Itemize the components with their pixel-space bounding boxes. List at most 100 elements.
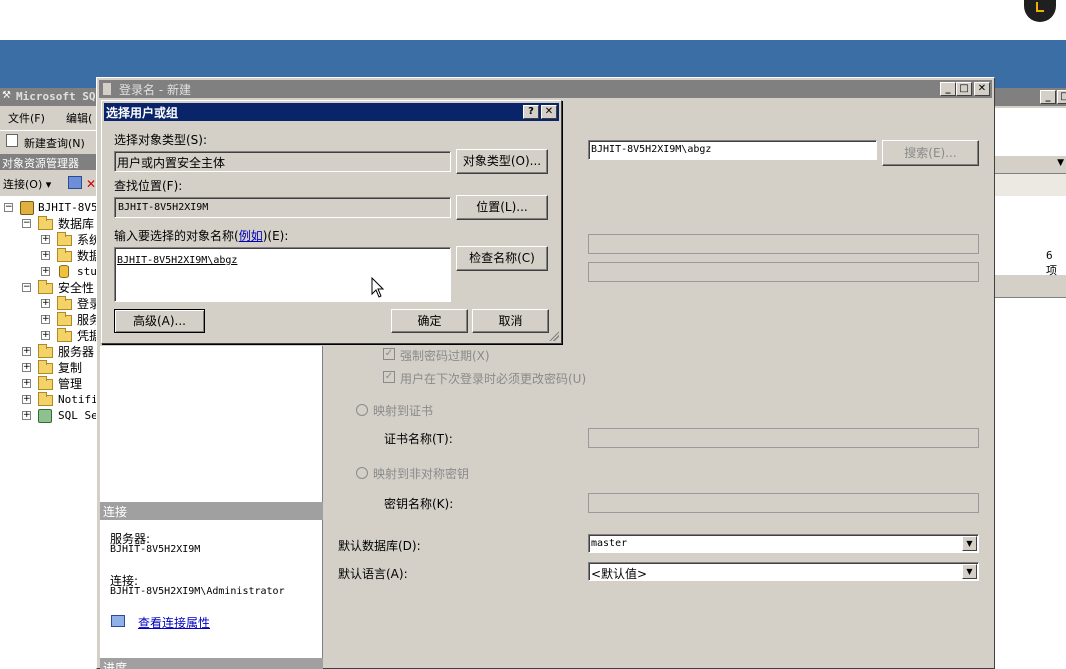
collapse-icon[interactable]: − [4, 203, 13, 212]
tree-label: BJHIT-8V5 [38, 201, 98, 214]
confirm-password-field[interactable] [588, 262, 979, 282]
close-icon[interactable]: ✕ [541, 105, 557, 119]
enforce-expiration-label: 强制密码过期(X) [400, 349, 490, 363]
main-caption-buttons: _ □ [1040, 90, 1066, 104]
object-types-button[interactable]: 对象类型(O)... [456, 149, 548, 174]
folder-icon [38, 360, 53, 374]
enforce-expiration-checkbox[interactable]: ✓ [383, 348, 395, 360]
login-maximize-button[interactable]: □ [956, 82, 972, 96]
app-icon: ⚒ [2, 90, 11, 101]
object-names-input[interactable]: BJHIT-8V5H2XI9M\abgz [114, 247, 451, 302]
expand-icon[interactable]: + [22, 411, 31, 420]
cert-name-label: 证书名称(T): [384, 432, 453, 446]
explorer-toolbar: 连接(O) ▾ ✕ [0, 172, 100, 194]
default-db-select[interactable]: master ▼ [588, 534, 979, 553]
connect-icon[interactable] [68, 176, 82, 189]
tree-label: 管理 [58, 377, 83, 391]
cert-name-field[interactable] [588, 428, 979, 448]
expand-icon[interactable]: + [22, 363, 31, 372]
main-maximize-button[interactable]: □ [1057, 90, 1066, 104]
examples-link[interactable]: 例如 [239, 229, 263, 243]
expand-icon[interactable]: + [41, 267, 50, 276]
folder-icon [57, 312, 72, 326]
dialog-icon [103, 83, 111, 95]
menu-bar: 文件(F) 编辑( [0, 108, 100, 126]
map-key-radio[interactable] [356, 467, 368, 479]
map-cert-label: 映射到证书 [373, 404, 434, 418]
folder-icon [38, 392, 53, 406]
connect-dropdown[interactable]: 连接(O) ▾ [3, 176, 51, 192]
new-query-icon [6, 134, 18, 147]
expand-icon[interactable]: + [22, 347, 31, 356]
menu-edit[interactable]: 编辑( [66, 110, 92, 126]
explorer-title-text: 对象资源管理器 [2, 157, 79, 170]
tree-label: 安全性 [58, 281, 95, 295]
folder-icon [38, 216, 53, 230]
connection-value: BJHIT-8V5H2XI9M\Administrator [110, 586, 285, 597]
key-name-field[interactable] [588, 493, 979, 513]
default-lang-select[interactable]: <默认值> ▼ [588, 562, 979, 581]
expand-icon[interactable]: + [41, 251, 50, 260]
object-type-value: 用户或内置安全主体 [117, 156, 226, 170]
new-query-button[interactable]: 新建查询(N) [24, 135, 85, 151]
key-name-label: 密钥名称(K): [384, 497, 454, 511]
menu-file[interactable]: 文件(F) [8, 110, 45, 126]
toolbar: 新建查询(N) [0, 130, 100, 152]
chevron-down-icon[interactable]: ▼ [962, 536, 977, 551]
folder-icon [57, 328, 72, 342]
tree-label: Notifi [58, 393, 98, 406]
view-props-icon [111, 615, 125, 627]
login-dialog-title-bar: 登录名 - 新建 _ □ ✕ [99, 80, 992, 98]
check-names-button[interactable]: 检查名称(C) [456, 246, 548, 271]
ok-button[interactable]: 确定 [391, 309, 468, 333]
names-label-pre: 输入要选择的对象名称( [114, 229, 239, 243]
mouse-cursor-icon [371, 277, 385, 298]
collapse-icon[interactable]: − [22, 283, 31, 292]
database-icon [59, 265, 69, 278]
login-dialog-title: 登录名 - 新建 [119, 83, 191, 97]
server-value: BJHIT-8V5H2XI9M [110, 544, 201, 555]
tree-label: 数据库 [58, 217, 95, 231]
server-icon [20, 201, 34, 215]
corner-badge-icon [1024, 0, 1056, 22]
expand-icon[interactable]: + [41, 235, 50, 244]
password-field[interactable] [588, 234, 979, 254]
tree-label: 复制 [58, 361, 83, 375]
connection-header-text: 连接 [103, 505, 128, 519]
expand-icon[interactable]: + [22, 395, 31, 404]
expand-icon[interactable]: + [22, 379, 31, 388]
folder-icon [38, 344, 53, 358]
advanced-button[interactable]: 高级(A)... [114, 309, 205, 333]
tree-label: SQL Se [58, 409, 98, 422]
chevron-down-icon[interactable]: ▼ [962, 564, 977, 579]
view-connection-properties-link[interactable]: 查看连接属性 [138, 614, 210, 631]
main-minimize-button[interactable]: _ [1040, 90, 1056, 104]
default-lang-value: <默认值> [591, 567, 648, 581]
expand-icon[interactable]: + [41, 331, 50, 340]
main-right-dropdown-icon[interactable]: ▼ [1057, 158, 1064, 168]
main-title: Microsoft SQ [16, 90, 96, 103]
search-button[interactable]: 搜索(E)... [882, 140, 979, 166]
login-name-input[interactable]: BJHIT-8V5H2XI9M\abgz [588, 140, 877, 160]
tree-label: 服务器 [58, 345, 95, 359]
login-close-button[interactable]: ✕ [974, 82, 990, 96]
select-dialog-title-bar: 选择用户或组 ? ✕ [104, 103, 559, 121]
expand-icon[interactable]: + [41, 299, 50, 308]
cancel-button[interactable]: 取消 [472, 309, 549, 333]
progress-header: 进度 [100, 658, 323, 669]
location-value: BJHIT-8V5H2XI9M [118, 202, 209, 213]
location-field: BJHIT-8V5H2XI9M [114, 197, 451, 218]
must-change-checkbox[interactable]: ✓ [383, 371, 395, 383]
login-minimize-button[interactable]: _ [940, 82, 956, 96]
expand-icon[interactable]: + [41, 315, 50, 324]
select-dialog-title: 选择用户或组 [106, 106, 179, 120]
tree-label: stu [77, 265, 97, 278]
help-button[interactable]: ? [523, 105, 539, 119]
resize-grip-icon[interactable] [548, 330, 559, 341]
locations-button[interactable]: 位置(L)... [456, 195, 548, 220]
select-users-dialog: 选择用户或组 ? ✕ 选择对象类型(S): 用户或内置安全主体 对象类型(O).… [101, 100, 562, 344]
main-right-header: ▼ [994, 156, 1066, 174]
disconnect-icon[interactable]: ✕ [86, 177, 96, 191]
collapse-icon[interactable]: − [22, 219, 31, 228]
map-cert-radio[interactable] [356, 404, 368, 416]
